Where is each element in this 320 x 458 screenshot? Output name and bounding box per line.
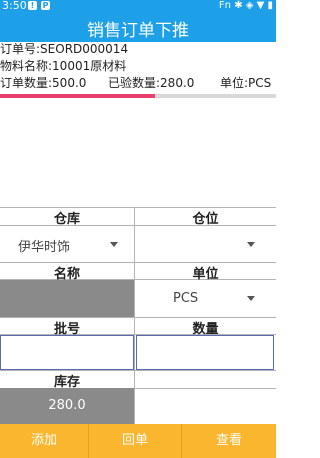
notification-alert-icon: ! xyxy=(28,1,37,10)
material-name: 物料名称:10001原材料 xyxy=(0,59,127,73)
warehouse-dropdown[interactable]: 伊华时饰 xyxy=(0,226,134,262)
location-label: 仓位 xyxy=(192,212,219,227)
view-button[interactable]: 查看 xyxy=(182,424,276,458)
name-field xyxy=(0,280,134,317)
checked-quantity: 已验数量:280.0 xyxy=(108,76,195,90)
status-time: 3:50 xyxy=(2,0,27,12)
chevron-down-icon xyxy=(247,296,255,301)
warehouse-label: 仓库 xyxy=(53,212,80,227)
title-bar: 销售订单下推 xyxy=(0,12,276,42)
page-title: 销售订单下推 xyxy=(87,21,189,41)
checked-progress-bar xyxy=(0,94,276,98)
order-quantity: 订单数量:500.0 xyxy=(0,76,87,90)
location-dropdown[interactable] xyxy=(135,226,276,262)
batch-input[interactable] xyxy=(0,335,134,370)
unit-dropdown[interactable]: PCS xyxy=(135,280,276,317)
status-bar: 3:50 ! P Fn ✱ ◈ ▼ ▮ xyxy=(0,0,276,12)
unit-selected: PCS xyxy=(173,291,199,306)
chevron-down-icon xyxy=(247,242,255,247)
status-notification-icons: ! P xyxy=(28,1,50,10)
order-unit: 单位:PCS xyxy=(220,76,272,90)
warehouse-selected: 伊华时饰 xyxy=(18,240,71,255)
status-system-icons: Fn ✱ ◈ ▼ ▮ xyxy=(218,0,273,11)
quantity-input[interactable] xyxy=(136,335,274,370)
checked-progress-fill xyxy=(0,94,155,98)
notification-p-icon: P xyxy=(41,1,50,10)
add-button[interactable]: 添加 xyxy=(0,424,88,458)
return-order-button[interactable]: 回单 xyxy=(89,424,181,458)
footer-toolbar: 添加 回单 查看 xyxy=(0,424,276,458)
order-number: 订单号:SEORD000014 xyxy=(0,42,129,56)
stock-value: 280.0 xyxy=(0,388,134,424)
chevron-down-icon xyxy=(110,242,118,247)
